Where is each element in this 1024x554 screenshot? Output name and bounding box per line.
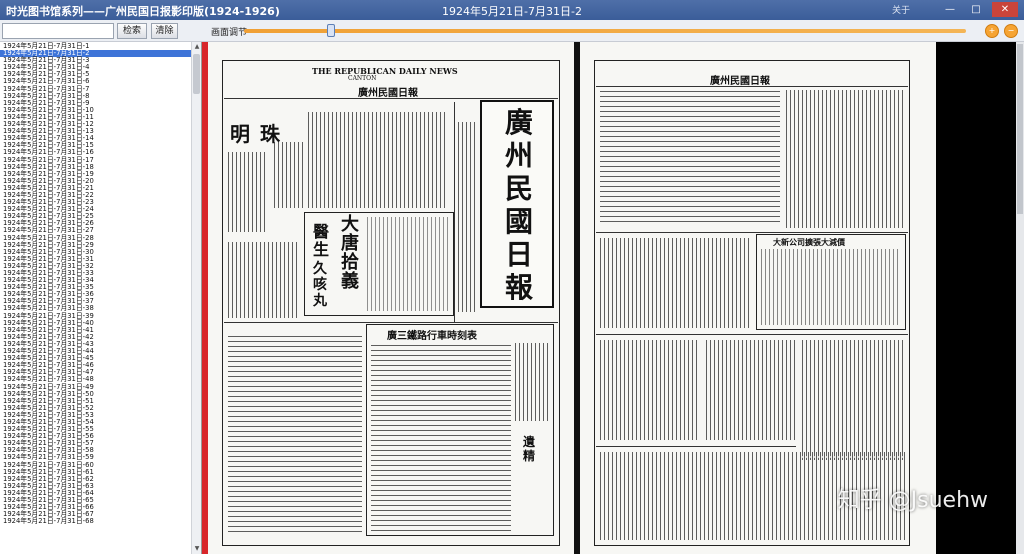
text-column-block: [274, 142, 304, 208]
masthead-char: 日: [504, 238, 533, 271]
scroll-down-icon[interactable]: ▼: [192, 544, 201, 554]
medicine-ad-sub2: 久咳丸: [313, 261, 327, 309]
viewer-scrollbar[interactable]: [1016, 42, 1024, 554]
masthead-char: 州: [504, 139, 533, 172]
english-title: THE REPUBLICAN DAILY NEWS: [312, 66, 458, 76]
masthead-char: 報: [504, 271, 533, 304]
text-column-block: [458, 122, 476, 312]
masthead-char: 國: [504, 205, 533, 238]
text-column-block: [228, 152, 268, 232]
viewer-background: [936, 42, 1016, 554]
page-viewer[interactable]: THE REPUBLICAN DAILY NEWS CANTON 廣州民國日報 …: [208, 42, 1016, 554]
listing-block: [600, 90, 780, 222]
about-link[interactable]: 关于: [892, 3, 910, 16]
file-list-scrollbar[interactable]: ▲ ▼: [191, 42, 201, 554]
rule: [596, 334, 908, 335]
toolbar: 检索 清除 画面调节 + −: [0, 20, 1024, 42]
english-city: CANTON: [348, 75, 377, 82]
railway-table-title: 廣三鐵路行車時刻表: [387, 331, 477, 342]
minimize-button[interactable]: —: [940, 2, 960, 17]
text-column-block: [706, 340, 796, 440]
header-line: 廣州民國日報: [358, 88, 418, 99]
rule: [596, 446, 796, 447]
file-list: 1924年5月21日-7月31日-1 1924年5月21日-7月31日-2 1924…: [0, 42, 192, 525]
railway-table: 廣三鐵路行車時刻表 遺精: [366, 324, 554, 536]
scroll-up-icon[interactable]: ▲: [192, 42, 201, 52]
text-column-block: [228, 242, 298, 318]
text-column-block: [802, 340, 906, 460]
brightness-label: 画面调节: [211, 28, 248, 38]
rule: [224, 98, 558, 99]
medicine-ad: 大唐拾義 醫生 久咳丸: [304, 212, 454, 316]
masthead-char: 民: [504, 172, 533, 205]
masthead: 廣州民國日報: [492, 106, 546, 304]
text-column-block: [308, 112, 448, 208]
search-input[interactable]: [2, 23, 114, 39]
newspaper-page-right: 廣州民國日報 大新公司擴張大減價: [580, 42, 936, 554]
rule: [596, 232, 908, 233]
scrollbar-thumb[interactable]: [193, 54, 200, 94]
ad-illustration: [367, 217, 449, 311]
newspaper-page-left: THE REPUBLICAN DAILY NEWS CANTON 廣州民國日報 …: [208, 42, 574, 554]
railway-table-body: [371, 343, 511, 531]
file-list-panel: 1924年5月21日-7月31日-1 1924年5月21日-7月31日-2 1924…: [0, 42, 202, 554]
app-window: 时光图书馆系列——广州民国日报影印版(1924-1926) 1924年5月21日…: [0, 0, 1024, 554]
medicine-ad-sub: 醫生: [313, 222, 330, 259]
viewer-scrollbar-thumb[interactable]: [1017, 44, 1023, 214]
title-bar: 时光图书馆系列——广州民国日报影印版(1924-1926) 1924年5月21日…: [0, 0, 1024, 20]
masthead-char: 廣: [504, 106, 533, 139]
zoom-out-icon[interactable]: −: [1004, 24, 1018, 38]
search-button[interactable]: 检索: [117, 23, 147, 39]
text-column-block: [600, 340, 700, 440]
brightness-slider[interactable]: [244, 29, 966, 33]
rule: [596, 86, 908, 87]
text-column-block: [600, 238, 750, 328]
rule: [224, 322, 558, 323]
text-column-block: [515, 343, 549, 421]
small-ad: 遺精: [523, 435, 536, 463]
document-title: 1924年5月21日-7月31日-2: [442, 5, 582, 18]
close-button[interactable]: ✕: [992, 2, 1018, 17]
clear-button[interactable]: 清除: [151, 23, 178, 39]
department-store-notice: 大新公司擴張大減價: [756, 234, 906, 330]
list-item[interactable]: 1924年5月21日-7月31日-68: [0, 518, 192, 525]
column-rule: [454, 102, 455, 322]
header-line: 廣州民國日報: [710, 76, 770, 87]
masthead-box: 廣州民國日報: [480, 100, 554, 308]
brightness-slider-thumb[interactable]: [326, 24, 335, 37]
notice-title: 大新公司擴張大減價: [773, 237, 845, 247]
text-column-block: [786, 90, 906, 228]
notice-body: [761, 249, 901, 325]
schedule-block: [228, 332, 362, 532]
zoom-in-icon[interactable]: +: [985, 24, 999, 38]
window-controls: 关于 — □ ✕: [892, 2, 1018, 17]
medicine-ad-title: 大唐拾義: [341, 214, 359, 292]
watermark: 知乎 @Jsuehw: [837, 488, 988, 513]
maximize-button[interactable]: □: [966, 2, 986, 17]
